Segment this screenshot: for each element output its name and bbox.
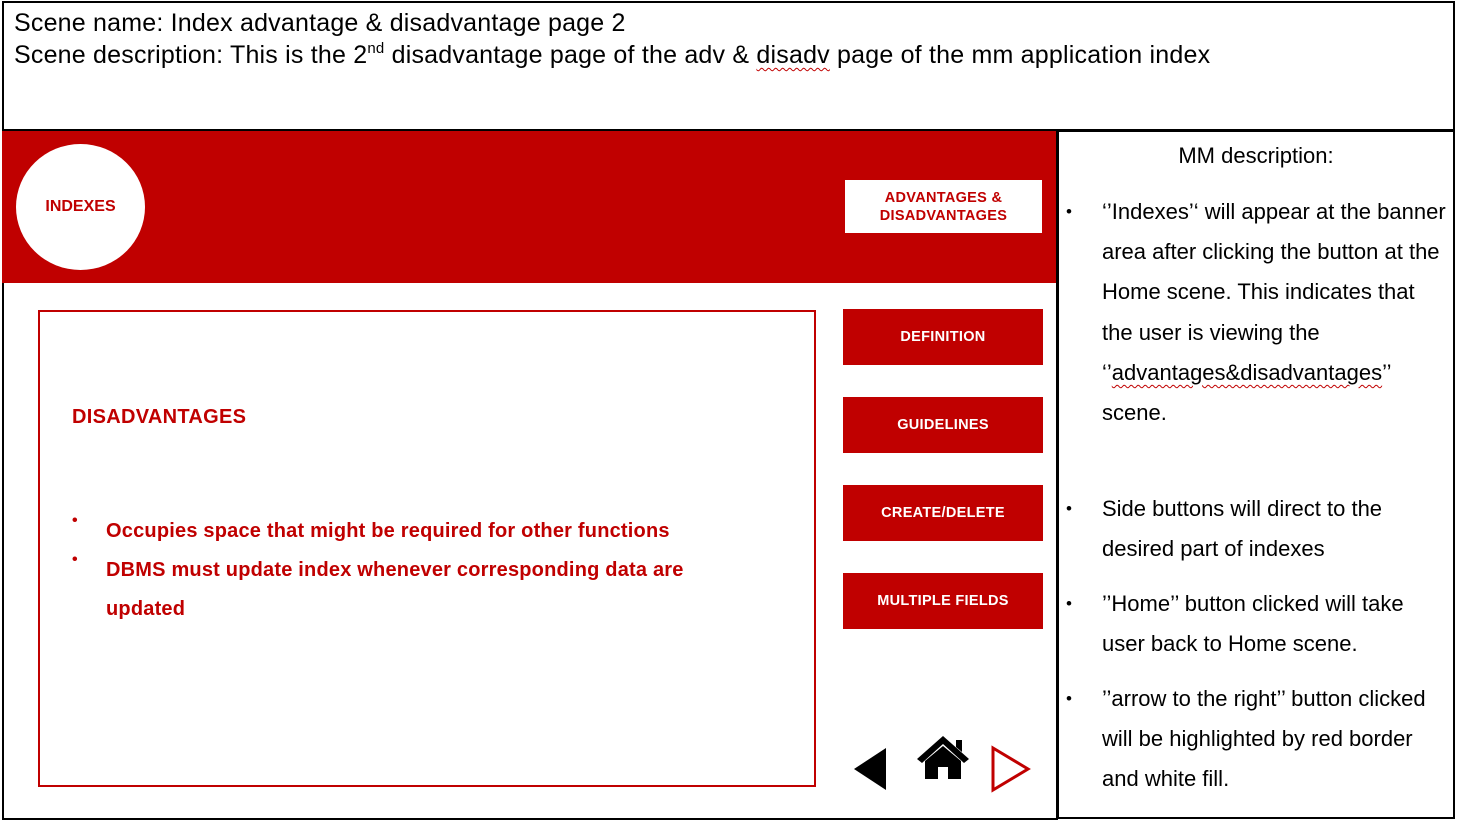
description-item-text: Side buttons will direct to the desired …	[1102, 496, 1383, 562]
home-icon[interactable]	[916, 734, 970, 780]
scene-description-end: page of the mm application index	[829, 41, 1211, 69]
scene-header: Scene name: Index advantage & disadvanta…	[2, 1, 1455, 131]
spellcheck-word: disadv	[756, 41, 830, 69]
bullet-icon: •	[1066, 689, 1072, 708]
bullet-icon: •	[72, 551, 78, 568]
scene-description: Scene description: This is the 2nd disad…	[14, 41, 1210, 70]
multiple-fields-button[interactable]: MULTIPLE FIELDS	[843, 573, 1043, 629]
list-item-text: Occupies space that might be required fo…	[106, 520, 670, 542]
indexes-logo: INDEXES	[16, 144, 145, 270]
list-item-text: DBMS must update index whenever correspo…	[106, 559, 684, 620]
definition-button[interactable]: DEFINITION	[843, 309, 1043, 365]
description-text-start: ‘’Indexes’‘ will appear at the banner ar…	[1102, 199, 1446, 385]
scene-tag-advantages-disadvantages: ADVANTAGES & DISADVANTAGES	[845, 180, 1042, 233]
spellcheck-word: advantages&disadvantages	[1111, 359, 1383, 385]
triangle-left-icon[interactable]	[852, 746, 888, 792]
bullet-icon: •	[1066, 202, 1072, 221]
mm-description-title: MM description:	[1178, 143, 1334, 168]
superscript-nd: nd	[367, 40, 385, 57]
bullet-icon: •	[72, 512, 78, 529]
bullet-icon: •	[1066, 499, 1072, 518]
content-title: DISADVANTAGES	[72, 406, 247, 428]
scene-description-mid: disadvantage page of the adv &	[384, 41, 757, 69]
scene-description-start: Scene description: This is the 2	[14, 41, 368, 69]
description-item-text: ’’arrow to the right’’ button clicked wi…	[1102, 686, 1426, 792]
bullet-icon: •	[1066, 594, 1072, 613]
guidelines-button[interactable]: GUIDELINES	[843, 397, 1043, 453]
triangle-right-outline-icon[interactable]	[990, 745, 1032, 793]
description-item-text: ‘’Indexes’‘ will appear at the banner ar…	[1102, 192, 1450, 433]
description-item-text: ’’Home’’ button clicked will take user b…	[1102, 591, 1404, 657]
create-delete-button[interactable]: CREATE/DELETE	[843, 485, 1043, 541]
scene-name: Scene name: Index advantage & disadvanta…	[14, 9, 626, 37]
